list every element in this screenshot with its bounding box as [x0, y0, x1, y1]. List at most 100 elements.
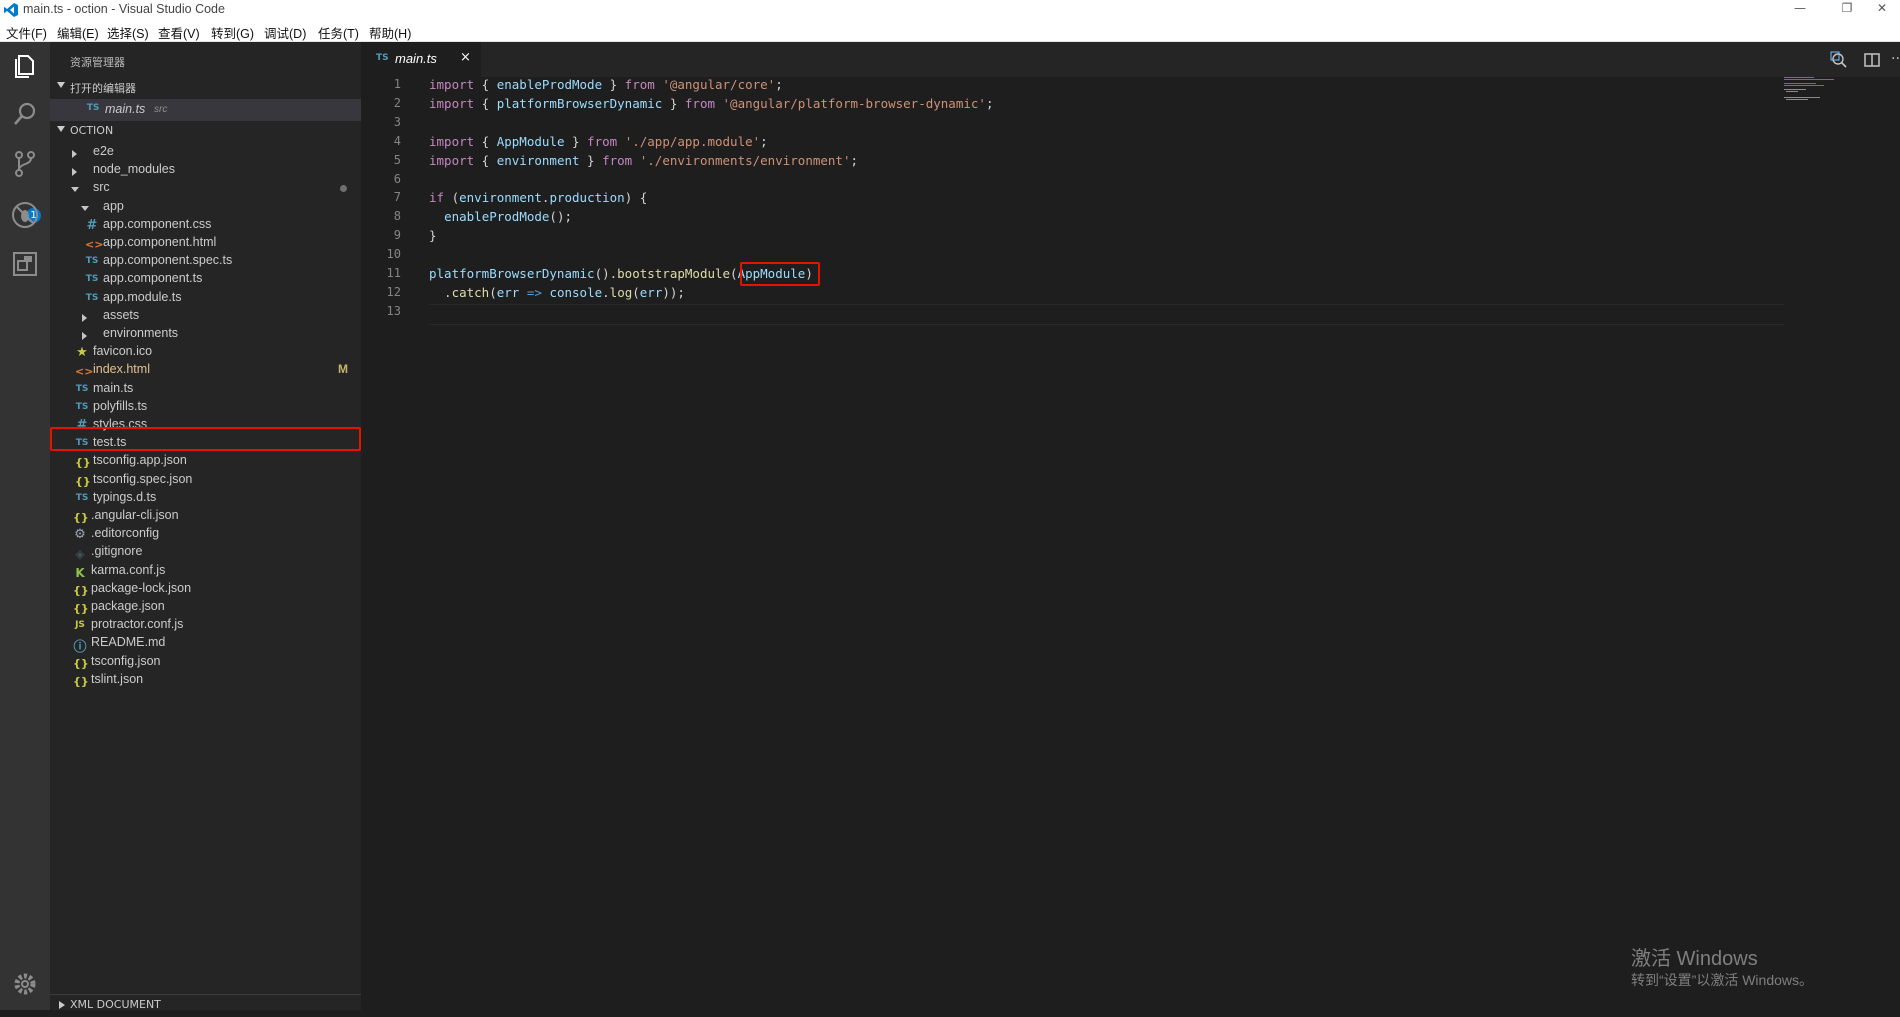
tree-item[interactable]: node_modules [50, 161, 361, 179]
tree-item[interactable]: ★ favicon.ico [50, 343, 361, 361]
tree-item[interactable]: {} .angular-cli.json [50, 507, 361, 525]
tree-item[interactable]: JS protractor.conf.js [50, 616, 361, 634]
json-file-icon: {} [73, 511, 89, 524]
tree-item[interactable]: TS app.module.ts [50, 289, 361, 307]
close-window-icon[interactable]: ✕ [1862, 1, 1900, 15]
tree-item[interactable]: TS polyfills.ts [50, 398, 361, 416]
open-editors-label: 打开的编辑器 [70, 82, 136, 95]
tree-item-label: assets [103, 307, 140, 322]
tree-item[interactable]: environments [50, 325, 361, 343]
more-actions-icon[interactable]: ··· [1891, 51, 1900, 67]
tree-item[interactable]: <> app.component.html [50, 234, 361, 252]
open-editor-name: main.ts [105, 102, 146, 116]
tree-item[interactable]: TS main.ts [50, 380, 361, 398]
tree-item[interactable]: TS typings.d.ts [50, 489, 361, 507]
tree-item[interactable]: ◈ .gitignore [50, 543, 361, 561]
window-title: main.ts - oction - Visual Studio Code [23, 2, 225, 16]
typescript-file-icon: TS [85, 274, 99, 285]
open-editor-item[interactable]: TS main.ts src [50, 99, 361, 121]
minimize-icon[interactable]: — [1780, 1, 1820, 15]
tree-item-label: src [93, 180, 110, 195]
chevron-right-icon [59, 1001, 65, 1009]
javascript-file-icon: JS [75, 620, 85, 631]
tree-item[interactable]: TS app.component.spec.ts [50, 252, 361, 270]
close-tab-icon[interactable]: × [460, 50, 471, 65]
tree-item-label: environments [103, 326, 179, 340]
tree-item-label: index.html [93, 362, 150, 377]
tree-item[interactable]: TS app.component.ts [50, 270, 361, 288]
tree-item-label: polyfills.ts [93, 398, 148, 413]
menu-edit[interactable]: 编辑(E) [57, 23, 99, 42]
typescript-file-icon: TS [85, 256, 99, 267]
project-name: OCTION [70, 124, 114, 137]
typescript-file-icon: TS [86, 103, 100, 113]
html-file-icon: <> [75, 365, 94, 379]
settings-gear-icon[interactable] [9, 968, 41, 1000]
tree-item[interactable]: ⚙ .editorconfig [50, 525, 361, 543]
code-line: enableProdMode(); [444, 209, 572, 225]
tree-item[interactable]: Kkarma.conf.js [50, 562, 361, 580]
json-file-icon: {} [73, 602, 89, 615]
minimap[interactable] [1784, 77, 1884, 117]
search-icon[interactable] [9, 98, 41, 130]
chevron-right-icon [82, 313, 87, 322]
menu-view[interactable]: 查看(V) [158, 23, 200, 42]
typescript-file-icon: TS [75, 401, 89, 412]
extensions-icon[interactable] [9, 248, 41, 280]
tree-item[interactable]: {} tsconfig.spec.json [50, 471, 361, 489]
code-line: import { AppModule } from './app/app.mod… [429, 133, 768, 149]
windows-activation-title: 激活 Windows [1631, 948, 1758, 970]
json-file-icon: {} [73, 674, 89, 688]
tree-item-label: .angular-cli.json [91, 508, 179, 522]
tree-item[interactable]: {} tsconfig.app.json [50, 452, 361, 470]
xml-document-header[interactable]: XML DOCUMENT [50, 994, 361, 1017]
line-number: 5 [393, 152, 401, 167]
tree-item[interactable]: e2e [50, 143, 361, 161]
open-editors-header[interactable]: 打开的编辑器 [50, 77, 361, 99]
chevron-right-icon [82, 332, 87, 340]
tree-item[interactable]: src [50, 179, 361, 197]
source-control-icon[interactable] [9, 148, 41, 180]
restore-icon[interactable]: ❐ [1827, 1, 1867, 15]
highlight-box-appmodule [740, 262, 820, 286]
xml-document-label: XML DOCUMENT [70, 998, 161, 1011]
tree-item[interactable]: assets [50, 307, 361, 325]
tree-item-label: tsconfig.json [91, 653, 161, 668]
tree-item[interactable]: {} package-lock.json [50, 580, 361, 598]
menu-selection[interactable]: 选择(S) [107, 23, 149, 42]
split-editor-icon[interactable] [1863, 51, 1881, 69]
editorconfig-gear-icon: ⚙ [74, 527, 86, 543]
tree-item[interactable]: ⓘ README.md [50, 634, 361, 655]
menu-file[interactable]: 文件(F) [6, 23, 47, 42]
explorer-icon[interactable] [9, 49, 41, 81]
tree-item-label: e2e [93, 144, 114, 158]
tree-item[interactable]: {} tslint.json [50, 671, 361, 689]
debug-icon[interactable] [9, 199, 41, 231]
code-editor[interactable]: 1 2 3 4 5 6 7 8 9 10 11 12 13 import { enableProdMod… [361, 77, 1900, 1010]
line-number: 1 [393, 77, 401, 91]
json-file-icon: {} [75, 456, 91, 470]
tree-item-label: app [103, 198, 124, 213]
tab-main-ts[interactable]: TS main.ts × [361, 42, 481, 77]
project-header[interactable]: OCTION [50, 121, 361, 143]
menu-tasks[interactable]: 任务(T) [318, 23, 359, 42]
tree-item[interactable]: app [50, 198, 361, 216]
code-line: import { enableProdMode } from '@angular… [429, 77, 783, 92]
tree-item-label: node_modules [93, 162, 176, 177]
title-bar: main.ts - oction - Visual Studio Code — … [0, 0, 1900, 20]
code-line: import { platformBrowserDynamic } from '… [429, 95, 994, 111]
open-changes-icon[interactable] [1830, 51, 1848, 69]
menu-goto[interactable]: 转到(G) [211, 23, 254, 42]
activity-bar: 1 [0, 42, 50, 1010]
tree-item[interactable]: <> index.html M [50, 361, 361, 379]
tree-item[interactable]: {} package.json [50, 598, 361, 616]
menu-help[interactable]: 帮助(H) [369, 23, 411, 42]
json-file-icon: {} [75, 474, 91, 488]
typescript-file-icon: TS [75, 492, 89, 503]
tree-item-label: app.component.css [103, 216, 212, 231]
tree-item-label: .gitignore [91, 544, 143, 559]
tree-item[interactable]: {} tsconfig.json [50, 653, 361, 671]
highlight-box-main-ts [50, 427, 361, 451]
tree-item[interactable]: # app.component.css [50, 216, 361, 234]
menu-debug[interactable]: 调试(D) [264, 23, 306, 42]
